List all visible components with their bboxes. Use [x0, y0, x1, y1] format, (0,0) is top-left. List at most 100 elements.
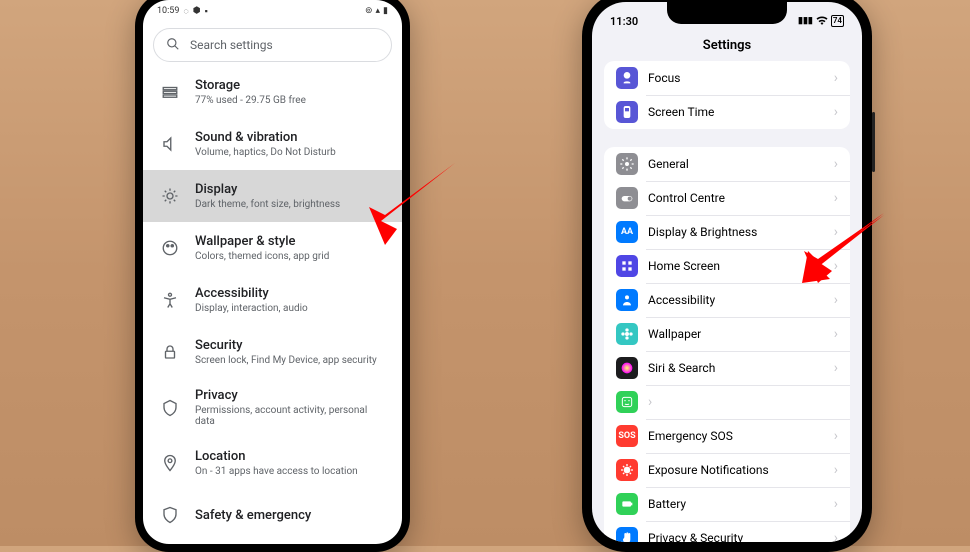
- android-settings-item-palette[interactable]: Wallpaper & style Colors, themed icons, a…: [143, 222, 402, 274]
- android-settings-item-volume[interactable]: Sound & vibration Volume, haptics, Do Not…: [143, 118, 402, 170]
- ios-settings-row-exposure-notifications[interactable]: Exposure Notifications›: [604, 453, 850, 487]
- chevron-right-icon: ›: [834, 462, 838, 478]
- search-icon: [166, 37, 180, 54]
- safety-icon: [161, 506, 179, 524]
- chevron-right-icon: ›: [834, 258, 838, 274]
- android-settings-item-a11y[interactable]: Accessibility Display, interaction, audio: [143, 274, 402, 326]
- android-item-subtitle: On - 31 apps have access to location: [195, 466, 358, 477]
- display-icon: [161, 187, 179, 205]
- chevron-right-icon: ›: [834, 530, 838, 542]
- android-settings-item-lock[interactable]: SecurityScreen lock, Find My Device, app…: [143, 326, 402, 378]
- ios-row-label: Siri & Search: [648, 361, 824, 375]
- ios-settings-group: General›Control Centre›AADisplay & Brigh…: [604, 147, 850, 542]
- volume-icon: [161, 135, 179, 153]
- ios-settings-row-face-id-passcode[interactable]: Face ID & Passcode ›: [604, 385, 850, 419]
- grid-icon: [616, 255, 638, 277]
- signal-icon: ▮▮▮: [798, 16, 813, 26]
- ios-settings-list: Focus›Screen Time›General›Control Centre…: [592, 61, 862, 542]
- chevron-right-icon: ›: [834, 224, 838, 240]
- ios-settings-row-general[interactable]: General›: [604, 147, 850, 181]
- android-item-title: Security: [195, 338, 377, 353]
- ios-settings-row-screen-time[interactable]: Screen Time ›: [604, 95, 850, 129]
- ios-settings-row-control-centre[interactable]: Control Centre ›: [604, 181, 850, 215]
- android-item-title: Privacy: [195, 388, 384, 403]
- notification-icon: ⬢: [193, 6, 201, 16]
- chevron-right-icon: ›: [834, 190, 838, 206]
- chevron-right-icon: ›: [834, 104, 838, 120]
- ios-row-label: General: [648, 157, 824, 171]
- ios-row-label: Control Centre: [648, 191, 824, 205]
- SOS-icon: SOS: [616, 425, 638, 447]
- android-phone-frame: 10:59 ◌ ⬢ ▪ ⊚ ▴ ▮ Search settings Storag…: [135, 0, 410, 552]
- chevron-right-icon: ›: [648, 394, 652, 410]
- android-settings-list: Storage77% used - 29.75 GB freeSound & v…: [143, 66, 402, 541]
- ios-settings-row-accessibility[interactable]: Accessibility ›: [604, 283, 850, 317]
- wifi-icon: [816, 15, 828, 28]
- android-settings-item-privacy[interactable]: PrivacyPermissions, account activity, pe…: [143, 378, 402, 437]
- ios-settings-row-display-brightness[interactable]: AA Display & Brightness ›: [604, 215, 850, 249]
- android-item-title: Accessibility: [195, 286, 308, 301]
- search-placeholder: Search settings: [190, 38, 273, 52]
- search-settings-field[interactable]: Search settings: [153, 28, 392, 62]
- lock-icon: [161, 343, 179, 361]
- iphone-notch: [667, 2, 787, 24]
- ios-row-label: Privacy & Security: [648, 531, 824, 542]
- ios-status-time: 11:30: [610, 15, 638, 28]
- chevron-right-icon: ›: [834, 496, 838, 512]
- android-item-title: Sound & vibration: [195, 130, 336, 145]
- ios-settings-row-emergency-sos[interactable]: SOSEmergency SOS›: [604, 419, 850, 453]
- android-screen: 10:59 ◌ ⬢ ▪ ⊚ ▴ ▮ Search settings Storag…: [143, 0, 402, 544]
- ios-settings-row-focus[interactable]: Focus ›: [604, 61, 850, 95]
- ios-settings-row-battery[interactable]: Battery ›: [604, 487, 850, 521]
- android-item-title: Storage: [195, 78, 306, 93]
- ios-row-label: Screen Time: [648, 105, 824, 119]
- android-item-title: Wallpaper & style: [195, 234, 329, 249]
- android-item-title: Location: [195, 449, 358, 464]
- timer-icon: [616, 101, 638, 123]
- signal-icon: ▴: [376, 6, 381, 16]
- flower-icon: [616, 323, 638, 345]
- android-item-subtitle: Colors, themed icons, app grid: [195, 251, 329, 262]
- ios-row-label: Display & Brightness: [648, 225, 824, 239]
- android-settings-item-safety[interactable]: Safety & emergency: [143, 489, 402, 541]
- a11y-icon: [161, 291, 179, 309]
- privacy-icon: [161, 399, 179, 417]
- storage-icon: [161, 83, 179, 101]
- ios-settings-row-home-screen[interactable]: Home Screen ›: [604, 249, 850, 283]
- virus-icon: [616, 459, 638, 481]
- palette-icon: [161, 239, 179, 257]
- android-status-time: 10:59: [157, 6, 179, 16]
- android-settings-item-location[interactable]: Location On - 31 apps have access to loca…: [143, 437, 402, 489]
- ios-settings-group: Focus › Screen Time ›: [604, 61, 850, 129]
- android-item-subtitle: Volume, haptics, Do Not Disturb: [195, 147, 336, 158]
- face-icon: Face ID & Passcode: [616, 391, 638, 413]
- AA-icon: AA: [616, 221, 638, 243]
- android-item-subtitle: Dark theme, font size, brightness: [195, 199, 340, 210]
- ios-row-label: Home Screen: [648, 259, 824, 273]
- chevron-right-icon: ›: [834, 428, 838, 444]
- ios-row-label: Battery: [648, 497, 824, 511]
- android-settings-item-display[interactable]: Display Dark theme, font size, brightness: [143, 170, 402, 222]
- chevron-right-icon: ›: [834, 326, 838, 342]
- whatsapp-icon: ◌: [183, 6, 188, 17]
- ios-row-label: Accessibility: [648, 293, 824, 307]
- location-icon: [161, 454, 179, 472]
- android-settings-item-storage[interactable]: Storage77% used - 29.75 GB free: [143, 66, 402, 118]
- ios-row-label: Focus: [648, 71, 824, 85]
- gear-icon: [616, 153, 638, 175]
- android-item-subtitle: Display, interaction, audio: [195, 303, 308, 314]
- chevron-right-icon: ›: [834, 292, 838, 308]
- chevron-right-icon: ›: [834, 360, 838, 376]
- ios-settings-row-siri-search[interactable]: Siri & Search ›: [604, 351, 850, 385]
- iphone-screen: 11:30 ▮▮▮ 74 Settings Focus›Screen Time›…: [592, 2, 862, 542]
- chevron-right-icon: ›: [834, 70, 838, 86]
- batt-icon: [616, 493, 638, 515]
- toggle-icon: [616, 187, 638, 209]
- ios-settings-row-wallpaper[interactable]: Wallpaper ›: [604, 317, 850, 351]
- hand-icon: [616, 527, 638, 542]
- android-item-title: Display: [195, 182, 340, 197]
- person-icon: [616, 289, 638, 311]
- ios-row-label: Wallpaper: [648, 327, 824, 341]
- ios-row-label: Face ID & Passcode: [625, 404, 629, 405]
- ios-settings-row-privacy-security[interactable]: Privacy & Security ›: [604, 521, 850, 542]
